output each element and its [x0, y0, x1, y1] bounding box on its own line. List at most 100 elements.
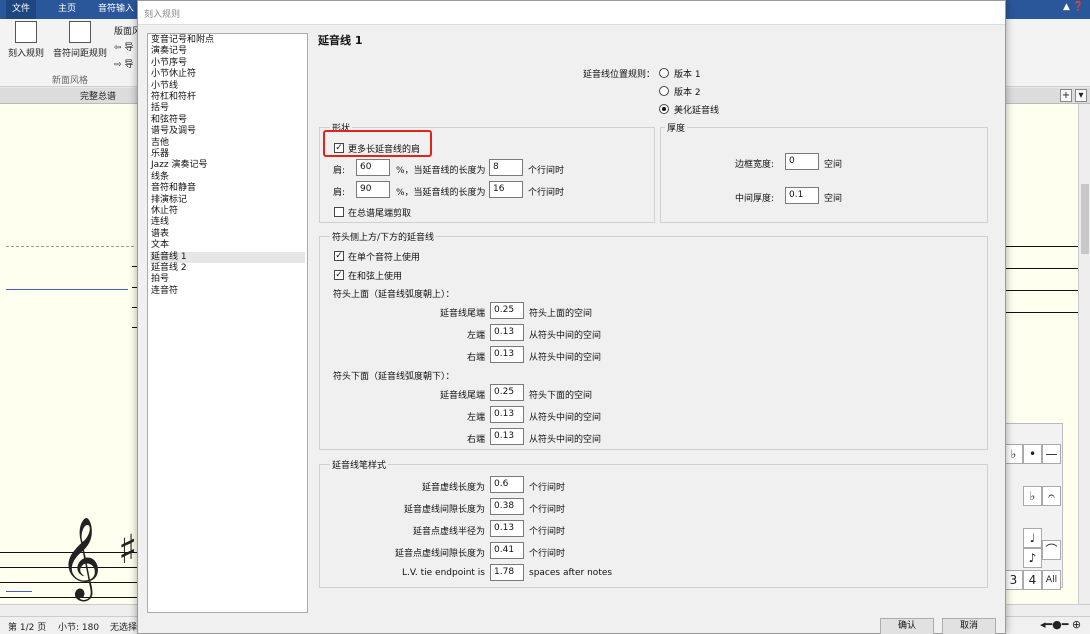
- keypad-palette: ♭ • — ♭ 𝄐 ♩ ♪ ⌒ 3 4 All: [1003, 423, 1063, 590]
- cancel-button[interactable]: 取消: [942, 618, 996, 634]
- tab-menu-icon[interactable]: ▾: [1075, 89, 1087, 102]
- category-item[interactable]: 乐器: [150, 149, 305, 160]
- radio-version-2[interactable]: [659, 86, 669, 96]
- shoulder-length-field-2[interactable]: 16: [489, 181, 523, 198]
- category-item[interactable]: 延音线 2: [150, 263, 305, 274]
- category-item-selected[interactable]: 延音线 1: [150, 251, 305, 263]
- category-item[interactable]: 谱表: [150, 229, 305, 240]
- edge-width-field[interactable]: 0: [785, 153, 819, 170]
- shoulder-pct-field-1[interactable]: 60: [356, 159, 390, 176]
- shoulder-pct-field-2[interactable]: 90: [356, 181, 390, 198]
- dash-gap-field[interactable]: 0.38: [490, 498, 524, 515]
- above-left-field[interactable]: 0.13: [490, 324, 524, 341]
- above-left-unit: 从符头中间的空间: [529, 331, 602, 341]
- palette-cell[interactable]: ♩: [1023, 528, 1042, 548]
- scroll-thumb[interactable]: [1081, 184, 1089, 254]
- below-title: 符头下面（延音线弧度朝下）：: [333, 372, 455, 382]
- ribbon-tab-note-input[interactable]: 音符输入: [92, 0, 140, 19]
- category-item[interactable]: 连线: [150, 217, 305, 228]
- category-item[interactable]: 拍号: [150, 274, 305, 285]
- tab-full-score[interactable]: 完整总谱: [80, 89, 116, 102]
- category-item[interactable]: 演奏记号: [150, 46, 305, 57]
- category-item[interactable]: 连音符: [150, 286, 305, 297]
- use-single-note-checkbox[interactable]: ✓: [334, 251, 344, 261]
- category-item[interactable]: Jazz 演奏记号: [150, 160, 305, 171]
- shoulder-mid-label-1: %，当延音线的长度为: [396, 166, 486, 176]
- below-left-label: 左端: [466, 413, 485, 423]
- above-tail-unit: 符头上面的空间: [529, 309, 593, 319]
- mid-thickness-label: 中间厚度:: [735, 194, 775, 204]
- dot-radius-field[interactable]: 0.13: [490, 520, 524, 537]
- category-item[interactable]: 和弦符号: [150, 115, 305, 126]
- above-tail-field[interactable]: 0.25: [490, 302, 524, 319]
- category-item[interactable]: 小节休止符: [150, 69, 305, 80]
- edge-width-unit: 空间: [824, 160, 843, 170]
- palette-cell[interactable]: 𝄐: [1042, 486, 1061, 506]
- use-chord-checkbox[interactable]: ✓: [334, 270, 344, 280]
- dot-gap-field[interactable]: 0.41: [490, 542, 524, 559]
- category-item[interactable]: 休止符: [150, 206, 305, 217]
- category-item[interactable]: 音符和静音: [150, 183, 305, 194]
- palette-cell[interactable]: —: [1042, 444, 1061, 464]
- dash-length-unit: 个行间时: [529, 483, 566, 493]
- use-single-note-label: 在单个音符上使用: [348, 253, 421, 263]
- longer-shoulder-checkbox[interactable]: ✓: [334, 143, 344, 153]
- palette-cell[interactable]: ⌒: [1042, 540, 1061, 560]
- dialog-title: 刻入规则: [144, 10, 181, 20]
- clip-at-end-checkbox[interactable]: [334, 207, 344, 217]
- category-item[interactable]: 文本: [150, 240, 305, 251]
- palette-cell[interactable]: 4: [1023, 570, 1042, 590]
- category-item[interactable]: 线条: [150, 172, 305, 183]
- radio-version-1[interactable]: [659, 68, 669, 78]
- export-button[interactable]: ⇨ 导: [114, 57, 133, 70]
- category-item[interactable]: 排演标记: [150, 195, 305, 206]
- below-right-field[interactable]: 0.13: [490, 428, 524, 445]
- export-label: 导: [124, 60, 134, 70]
- below-left-field[interactable]: 0.13: [490, 406, 524, 423]
- dot-gap-unit: 个行间时: [529, 549, 566, 559]
- category-item[interactable]: 吉他: [150, 138, 305, 149]
- clip-at-end-label: 在总谱尾端剪取: [348, 209, 412, 219]
- dash-length-field[interactable]: 0.6: [490, 476, 524, 493]
- vertical-scrollbar[interactable]: [1078, 104, 1090, 604]
- category-item[interactable]: 小节线: [150, 81, 305, 92]
- category-item[interactable]: 变音记号和附点: [150, 35, 305, 46]
- shoulder-mid-label-2: %，当延音线的长度为: [396, 188, 486, 198]
- ok-button[interactable]: 确认: [880, 618, 934, 634]
- engraving-rules-button[interactable]: 刻入规则: [8, 21, 44, 59]
- note-spacing-icon: [69, 21, 91, 43]
- ribbon-window-icons[interactable]: ▲ ❓: [1063, 2, 1084, 12]
- staff-line: [1006, 312, 1078, 313]
- add-tab-icon[interactable]: +: [1060, 89, 1072, 102]
- palette-cell[interactable]: 3: [1004, 570, 1023, 590]
- zoom-slider[interactable]: ◂━●━ ⊕: [1040, 618, 1081, 631]
- engraving-rules-label: 刻入规则: [8, 49, 45, 59]
- palette-cell[interactable]: All: [1042, 570, 1061, 590]
- category-item[interactable]: 小节序号: [150, 58, 305, 69]
- above-right-unit: 从符头中间的空间: [529, 353, 602, 363]
- palette-cell[interactable]: ♪: [1023, 548, 1042, 568]
- ribbon-tab-file[interactable]: 文件: [6, 0, 37, 19]
- shoulder-unit-label-1: 个行间时: [528, 166, 565, 176]
- above-right-field[interactable]: 0.13: [490, 346, 524, 363]
- shoulder-length-field-1[interactable]: 8: [489, 159, 523, 176]
- lv-endpoint-field[interactable]: 1.78: [490, 564, 524, 581]
- thickness-group: [660, 127, 988, 223]
- radio-beautify[interactable]: [659, 104, 669, 114]
- category-item[interactable]: 符杠和符杆: [150, 92, 305, 103]
- palette-cell[interactable]: •: [1023, 444, 1042, 464]
- mid-thickness-field[interactable]: 0.1: [785, 187, 819, 204]
- category-list[interactable]: 变音记号和附点 演奏记号 小节序号 小节休止符 小节线 符杠和符杆 括号 和弦符…: [147, 33, 308, 613]
- ribbon-group-label: 新面风格: [51, 76, 88, 86]
- category-item[interactable]: 谱号及调号: [150, 126, 305, 137]
- import-button[interactable]: ⇦ 导: [114, 40, 133, 53]
- palette-cell[interactable]: ♭: [1004, 444, 1023, 464]
- status-bar-number: 小节: 180: [58, 623, 100, 633]
- ribbon-tab-home[interactable]: 主页: [52, 0, 82, 19]
- palette-cell[interactable]: ♭: [1023, 486, 1042, 506]
- note-spacing-rules-button[interactable]: 音符间距规则: [52, 21, 108, 59]
- below-tail-field[interactable]: 0.25: [490, 384, 524, 401]
- below-tail-unit: 符头下面的空间: [529, 391, 593, 401]
- category-item[interactable]: 括号: [150, 103, 305, 114]
- below-left-unit: 从符头中间的空间: [529, 413, 602, 423]
